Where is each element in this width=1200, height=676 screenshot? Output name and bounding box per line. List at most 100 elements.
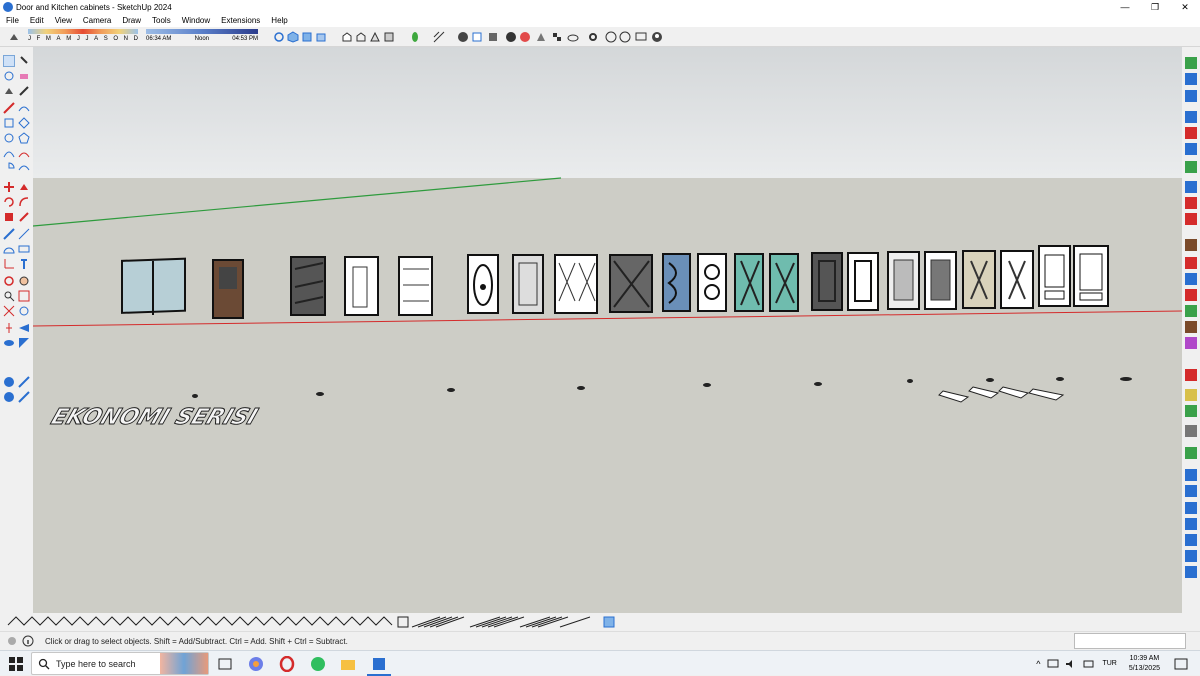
top-view-icon[interactable] (300, 30, 314, 44)
shaded-style-icon[interactable] (382, 30, 396, 44)
two-point-arc-icon[interactable] (18, 147, 30, 159)
sketchup-taskbar-icon[interactable] (371, 656, 387, 672)
tray-icon[interactable] (1185, 485, 1197, 497)
axes-tool-icon[interactable] (3, 258, 15, 270)
battery-icon[interactable] (1083, 659, 1095, 669)
info-icon[interactable] (604, 30, 618, 44)
arc-tool-icon[interactable] (3, 147, 15, 159)
front-view-icon[interactable] (314, 30, 328, 44)
look-around-icon[interactable] (18, 322, 30, 334)
walk-tool-icon[interactable] (3, 322, 15, 334)
tray-icon[interactable] (1185, 405, 1197, 417)
shadows-toggle-icon[interactable] (7, 30, 21, 44)
time-slider[interactable]: 06:34 AM Noon 04:53 PM (146, 29, 258, 45)
menu-window[interactable]: Window (176, 16, 215, 25)
language-indicator[interactable]: TUR (1102, 660, 1116, 667)
file-explorer-icon[interactable] (340, 656, 356, 672)
volume-icon[interactable] (1065, 659, 1077, 669)
paint-bucket-icon[interactable] (18, 55, 30, 67)
windows-start-icon[interactable] (9, 657, 23, 671)
show-hidden-icons[interactable]: ^ (1036, 659, 1040, 669)
pencil-icon[interactable] (18, 85, 30, 97)
circle-tool-icon[interactable] (3, 132, 15, 144)
menu-draw[interactable]: Draw (116, 16, 146, 25)
account-icon[interactable] (650, 30, 664, 44)
styles-icon[interactable] (486, 30, 500, 44)
protractor-icon[interactable] (3, 243, 15, 255)
copilot-icon[interactable] (248, 656, 264, 672)
select-tool-icon[interactable] (3, 55, 15, 67)
layers-icon[interactable] (470, 30, 484, 44)
extension-toolbar-icons[interactable] (0, 613, 620, 631)
whatsapp-icon[interactable] (310, 656, 326, 672)
line-tool-icon[interactable] (3, 102, 15, 114)
measurements-box[interactable] (1074, 633, 1186, 649)
geo-location-icon[interactable] (6, 635, 18, 647)
offset-tool-icon[interactable] (18, 211, 30, 223)
tray-icon[interactable] (1185, 90, 1197, 102)
notifications-icon[interactable] (1174, 657, 1188, 671)
tray-icon[interactable] (1185, 305, 1197, 317)
move-tool-icon[interactable] (3, 181, 15, 193)
tray-icon[interactable] (1185, 369, 1197, 381)
zoom-extents-icon[interactable] (3, 305, 15, 317)
tray-icon[interactable] (1185, 273, 1197, 285)
scenes-icon[interactable] (504, 30, 518, 44)
tray-icon[interactable] (1185, 73, 1197, 85)
zoom-tool-icon[interactable] (3, 290, 15, 302)
tray-icon[interactable] (1185, 143, 1197, 155)
wireframe-style-icon[interactable] (354, 30, 368, 44)
tray-icon[interactable] (1185, 566, 1197, 578)
tray-icon[interactable] (1185, 469, 1197, 481)
menu-view[interactable]: View (49, 16, 77, 25)
eraser-icon[interactable] (18, 70, 30, 82)
pie-tool-icon[interactable] (3, 162, 15, 174)
push-pull-tool-icon[interactable] (18, 181, 30, 193)
taskbar-search[interactable]: Type here to search (31, 652, 209, 675)
network-icon[interactable] (1047, 659, 1059, 669)
tray-icon[interactable] (1185, 197, 1197, 209)
section-plane-tool-icon[interactable] (18, 337, 30, 349)
section-plane-icon[interactable] (534, 30, 548, 44)
warehouse-icon[interactable] (3, 391, 15, 403)
tray-icon[interactable] (1185, 57, 1197, 69)
three-point-arc-icon[interactable] (18, 162, 30, 174)
xray-style-icon[interactable] (340, 30, 354, 44)
model-viewport[interactable]: EKONOMI SERISI (33, 47, 1182, 613)
generate-report-icon[interactable] (3, 376, 15, 388)
tray-icon[interactable] (1185, 239, 1197, 251)
tray-icon[interactable] (1185, 550, 1197, 562)
tray-icon[interactable] (1185, 161, 1197, 173)
menu-extensions[interactable]: Extensions (215, 16, 265, 25)
tray-icon[interactable] (1185, 127, 1197, 139)
materials-icon[interactable] (456, 30, 470, 44)
rectangle-tool-icon[interactable] (3, 117, 15, 129)
tray-icon[interactable] (1185, 213, 1197, 225)
tray-icon[interactable] (1185, 337, 1197, 349)
extension-warehouse-icon[interactable] (408, 30, 422, 44)
tray-icon[interactable] (1185, 447, 1197, 459)
text-tool-icon[interactable] (18, 243, 30, 255)
instructor-icon[interactable] (22, 635, 34, 647)
orbit-tool-icon[interactable] (3, 275, 15, 287)
clock[interactable]: 10:39 AM 5/13/2025 (1129, 654, 1160, 674)
iso-view-icon[interactable] (286, 30, 300, 44)
3d-text-tool-icon[interactable] (18, 258, 30, 270)
tray-icon[interactable] (1185, 111, 1197, 123)
previous-view-icon[interactable] (18, 305, 30, 317)
tag-icon[interactable] (3, 85, 15, 97)
share-model-icon[interactable] (18, 391, 30, 403)
checker-icon[interactable] (550, 30, 564, 44)
display-icon[interactable] (634, 30, 648, 44)
cloud-icon[interactable] (566, 30, 580, 44)
tray-icon[interactable] (1185, 389, 1197, 401)
follow-me-tool-icon[interactable] (18, 196, 30, 208)
orbit-icon[interactable] (272, 30, 286, 44)
help-icon[interactable] (618, 30, 632, 44)
menu-edit[interactable]: Edit (24, 16, 49, 25)
classifier-icon[interactable] (18, 376, 30, 388)
menu-help[interactable]: Help (265, 16, 292, 25)
menu-tools[interactable]: Tools (146, 16, 176, 25)
components-icon[interactable] (432, 30, 446, 44)
tray-icon[interactable] (1185, 502, 1197, 514)
